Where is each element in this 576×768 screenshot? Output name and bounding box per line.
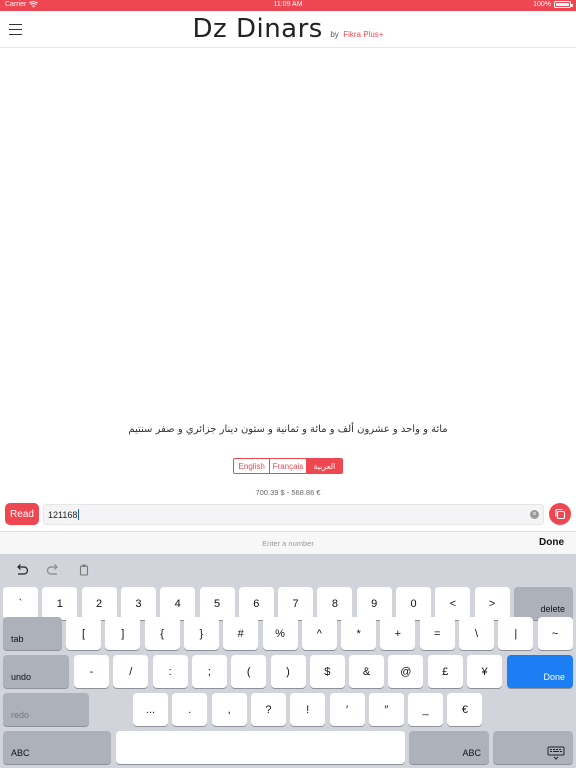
copy-button[interactable] (549, 503, 571, 525)
key[interactable]: 7 (278, 587, 314, 620)
read-button[interactable]: Read (5, 503, 39, 525)
key[interactable]: : (152, 655, 188, 688)
key[interactable]: ¥ (467, 655, 502, 688)
key[interactable]: ] (105, 617, 141, 650)
lang-english[interactable]: English (234, 459, 271, 473)
key[interactable]: ! (290, 693, 326, 726)
key[interactable]: £ (427, 655, 463, 688)
by-label: by (330, 30, 339, 39)
key[interactable]: 2 (81, 587, 117, 620)
currency-conversions: 700.39 $ - 568.86 € (255, 488, 321, 497)
keyboard: ` 1 2 3 4 5 6 7 8 9 0 < > delete tab[]{} #% ^ * + = \ | ~ undo -… (0, 555, 576, 768)
paste-icon[interactable] (76, 563, 92, 577)
key[interactable]: { (144, 617, 180, 650)
app-title: Dz Dinars (192, 14, 323, 44)
key[interactable]: 5 (199, 587, 235, 620)
key[interactable]: | (498, 617, 534, 650)
redo-key[interactable]: redo (3, 693, 89, 726)
tab-key[interactable]: tab (3, 617, 62, 650)
key[interactable]: + (380, 617, 416, 650)
battery-percent: 100% (533, 1, 551, 8)
clock: 11:09 AM (273, 1, 303, 8)
toolbar-done-button[interactable]: Done (539, 537, 564, 548)
key[interactable]: ? (250, 693, 286, 726)
lang-arabic[interactable]: العربية (306, 459, 342, 473)
brand-link[interactable]: Fikra Plus+ (343, 30, 383, 39)
key[interactable]: ( (231, 655, 267, 688)
key[interactable]: \ (459, 617, 494, 650)
key[interactable]: > (474, 587, 510, 620)
redo-icon[interactable] (45, 563, 61, 577)
input-placeholder: Enter a number (262, 539, 314, 548)
key[interactable]: & (349, 655, 385, 688)
key[interactable]: } (183, 617, 219, 650)
key[interactable]: _ (408, 693, 444, 726)
hide-keyboard-key[interactable] (493, 731, 573, 764)
key[interactable]: 9 (356, 587, 392, 620)
key[interactable]: < (435, 587, 471, 620)
key[interactable]: # (223, 617, 259, 650)
key[interactable]: , (211, 693, 247, 726)
key[interactable]: $ (309, 655, 345, 688)
key[interactable]: % (262, 617, 298, 650)
keyboard-hide-icon (547, 746, 565, 760)
done-key[interactable]: Done (507, 655, 573, 688)
key[interactable]: ~ (537, 617, 573, 650)
key[interactable]: - (74, 655, 109, 688)
result-words: مائة و واحد و عشرون ألف و مائة و ثمانية … (128, 424, 448, 435)
delete-key[interactable]: delete (514, 587, 573, 620)
key[interactable]: € (447, 693, 483, 726)
key[interactable]: * (341, 617, 377, 650)
key[interactable]: = (419, 617, 455, 650)
abc-key-left[interactable]: ABC (3, 731, 111, 764)
key[interactable]: ″ (368, 693, 404, 726)
key[interactable]: 0 (396, 587, 431, 620)
language-switch: English Français العربية (233, 458, 343, 474)
undo-key[interactable]: undo (3, 655, 69, 688)
space-key[interactable] (116, 731, 405, 764)
undo-icon[interactable] (14, 563, 30, 577)
title-group: Dz Dinars by Fikra Plus+ (0, 14, 576, 44)
key[interactable]: ^ (301, 617, 337, 650)
key[interactable]: ; (191, 655, 227, 688)
abc-key-right[interactable]: ABC (409, 731, 489, 764)
key[interactable]: 8 (317, 587, 353, 620)
key[interactable]: ... (133, 693, 168, 726)
text-caret (78, 509, 80, 520)
key[interactable]: 4 (160, 587, 196, 620)
key[interactable]: ` (3, 587, 38, 620)
key[interactable]: ) (270, 655, 306, 688)
number-input-value: 121168 (48, 509, 78, 520)
key[interactable]: ′ (329, 693, 365, 726)
status-bar: Carrier 11:09 AM 100% (0, 0, 576, 11)
key[interactable]: 6 (238, 587, 274, 620)
key[interactable]: / (113, 655, 149, 688)
app-header: Dz Dinars by Fikra Plus+ (0, 11, 576, 48)
key[interactable]: [ (66, 617, 101, 650)
lang-french[interactable]: Français (270, 459, 307, 473)
key[interactable]: . (172, 693, 208, 726)
battery-icon (554, 1, 573, 8)
input-toolbar: Enter a number Done (0, 531, 576, 555)
copy-icon (555, 508, 566, 520)
key[interactable]: 3 (120, 587, 156, 620)
number-input[interactable]: 121168 × (43, 504, 544, 525)
clear-icon[interactable]: × (530, 510, 539, 519)
key[interactable]: @ (388, 655, 424, 688)
key[interactable]: 1 (42, 587, 78, 620)
